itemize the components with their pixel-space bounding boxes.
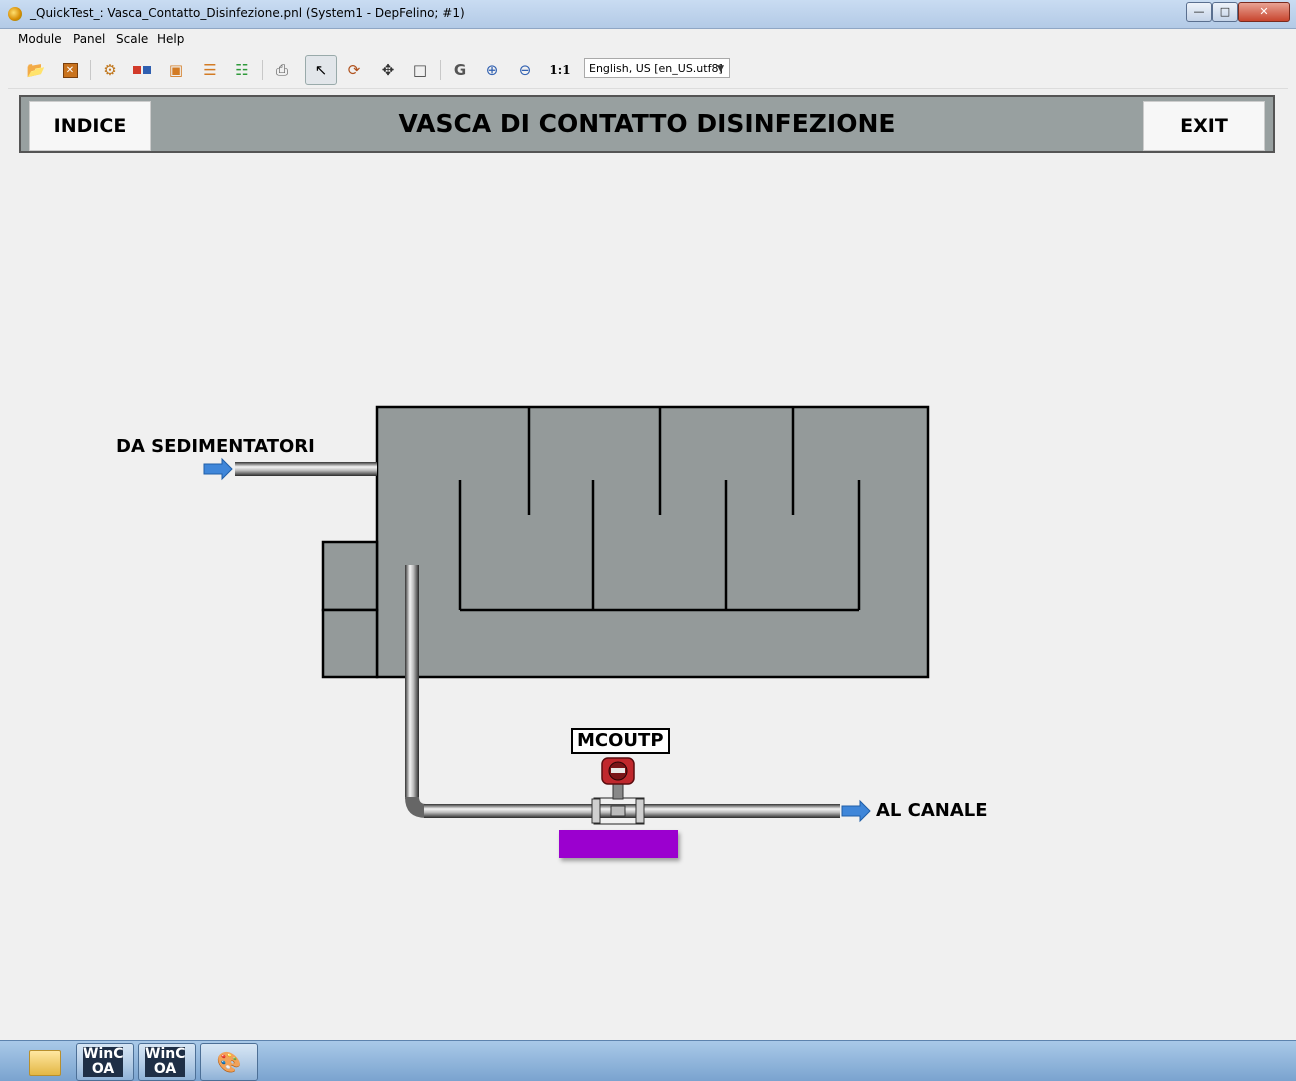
meter-core — [610, 805, 626, 817]
outlet-pipe-elbow — [405, 797, 426, 818]
toolbar-separator — [90, 60, 91, 80]
tank-outlet-chamber — [321, 608, 379, 679]
move-icon[interactable]: ✥ — [376, 58, 400, 82]
zoom-reset-icon[interactable]: 1:1 — [548, 58, 572, 82]
folder-icon — [29, 1050, 61, 1076]
flow-meter-icon[interactable] — [591, 757, 645, 825]
print-icon[interactable]: ⎙ — [270, 58, 294, 82]
settings-gear-icon[interactable]: ⚙ — [98, 58, 122, 82]
zoom-in-icon[interactable]: ⊕ — [480, 58, 504, 82]
outlet-label: AL CANALE — [876, 800, 988, 821]
panel-canvas: INDICE VASCA DI CONTATTO DISINFEZIONE EX… — [8, 89, 1288, 1040]
flow-value-display[interactable] — [559, 830, 678, 858]
crop-icon[interactable]: □ — [408, 58, 432, 82]
rotate-icon[interactable]: ⟳ — [342, 58, 366, 82]
title-bar[interactable]: _QuickTest_: Vasca_Contatto_Disinfezione… — [0, 0, 1296, 29]
sensor-tag[interactable]: MCOUTP — [571, 728, 670, 754]
taskbar: WinC OA WinC OA 🎨 — [0, 1040, 1296, 1081]
language-value: English, US [en_US.utf8] — [589, 62, 723, 75]
winccoa-icon: WinC OA — [83, 1047, 123, 1077]
meter-flange-right — [635, 798, 645, 824]
paint-palette-icon: 🎨 — [216, 1050, 242, 1074]
tree-view-icon[interactable] — [130, 58, 154, 82]
taskbar-winccoa-1[interactable]: WinC OA — [76, 1043, 134, 1081]
menu-panel[interactable]: Panel — [73, 32, 105, 46]
outlet-pipe-vertical — [405, 565, 419, 799]
outlet-arrow-icon — [841, 799, 871, 823]
winccoa-icon: WinC OA — [145, 1047, 185, 1077]
outlet-pipe-horizontal — [424, 804, 840, 818]
taskbar-explorer[interactable] — [14, 1043, 72, 1081]
pointer-icon[interactable]: ↖ — [305, 55, 337, 85]
menu-scale[interactable]: Scale — [116, 32, 148, 46]
network-icon[interactable]: ☷ — [230, 58, 254, 82]
paste-icon[interactable]: ▣ — [164, 58, 188, 82]
window-title: _QuickTest_: Vasca_Contatto_Disinfezione… — [30, 6, 465, 20]
tank-inlet-chamber — [321, 540, 379, 612]
inlet-label: DA SEDIMENTATORI — [116, 436, 315, 457]
language-select[interactable]: English, US [en_US.utf8] ▼ — [584, 58, 730, 78]
maximize-button[interactable]: □ — [1212, 2, 1238, 22]
app-window: _QuickTest_: Vasca_Contatto_Disinfezione… — [0, 0, 1296, 1040]
minimize-button[interactable]: — — [1186, 2, 1212, 22]
meter-flange-left — [591, 798, 601, 824]
taskbar-winccoa-2[interactable]: WinC OA — [138, 1043, 196, 1081]
chevron-down-icon: ▼ — [717, 64, 724, 74]
close-module-icon[interactable]: ✕ — [58, 58, 82, 82]
toolbar-separator — [262, 60, 263, 80]
meter-stem — [612, 783, 624, 800]
inlet-pipe — [235, 462, 377, 476]
menu-bar: Module Panel Scale Help — [8, 29, 1288, 51]
zoom-out-icon[interactable]: ⊖ — [513, 58, 537, 82]
open-folder-icon[interactable]: 📂 — [24, 58, 48, 82]
process-diagram — [203, 405, 930, 825]
transmitter-display — [611, 768, 625, 773]
gedi-icon[interactable]: G — [448, 58, 472, 82]
app-icon — [8, 7, 22, 21]
taskbar-paint[interactable]: 🎨 — [200, 1043, 258, 1081]
toolbar-separator — [440, 60, 441, 80]
inlet-arrow-icon — [203, 457, 233, 481]
close-button[interactable]: ✕ — [1238, 2, 1290, 22]
menu-module[interactable]: Module — [18, 32, 62, 46]
toolbar: 📂 ✕ ⚙ ▣ ☰ ☷ ⎙ ↖ ⟳ ✥ □ G ⊕ ⊖ 1:1 English,… — [8, 52, 1288, 89]
hierarchy-icon[interactable]: ☰ — [198, 58, 222, 82]
menu-help[interactable]: Help — [157, 32, 184, 46]
